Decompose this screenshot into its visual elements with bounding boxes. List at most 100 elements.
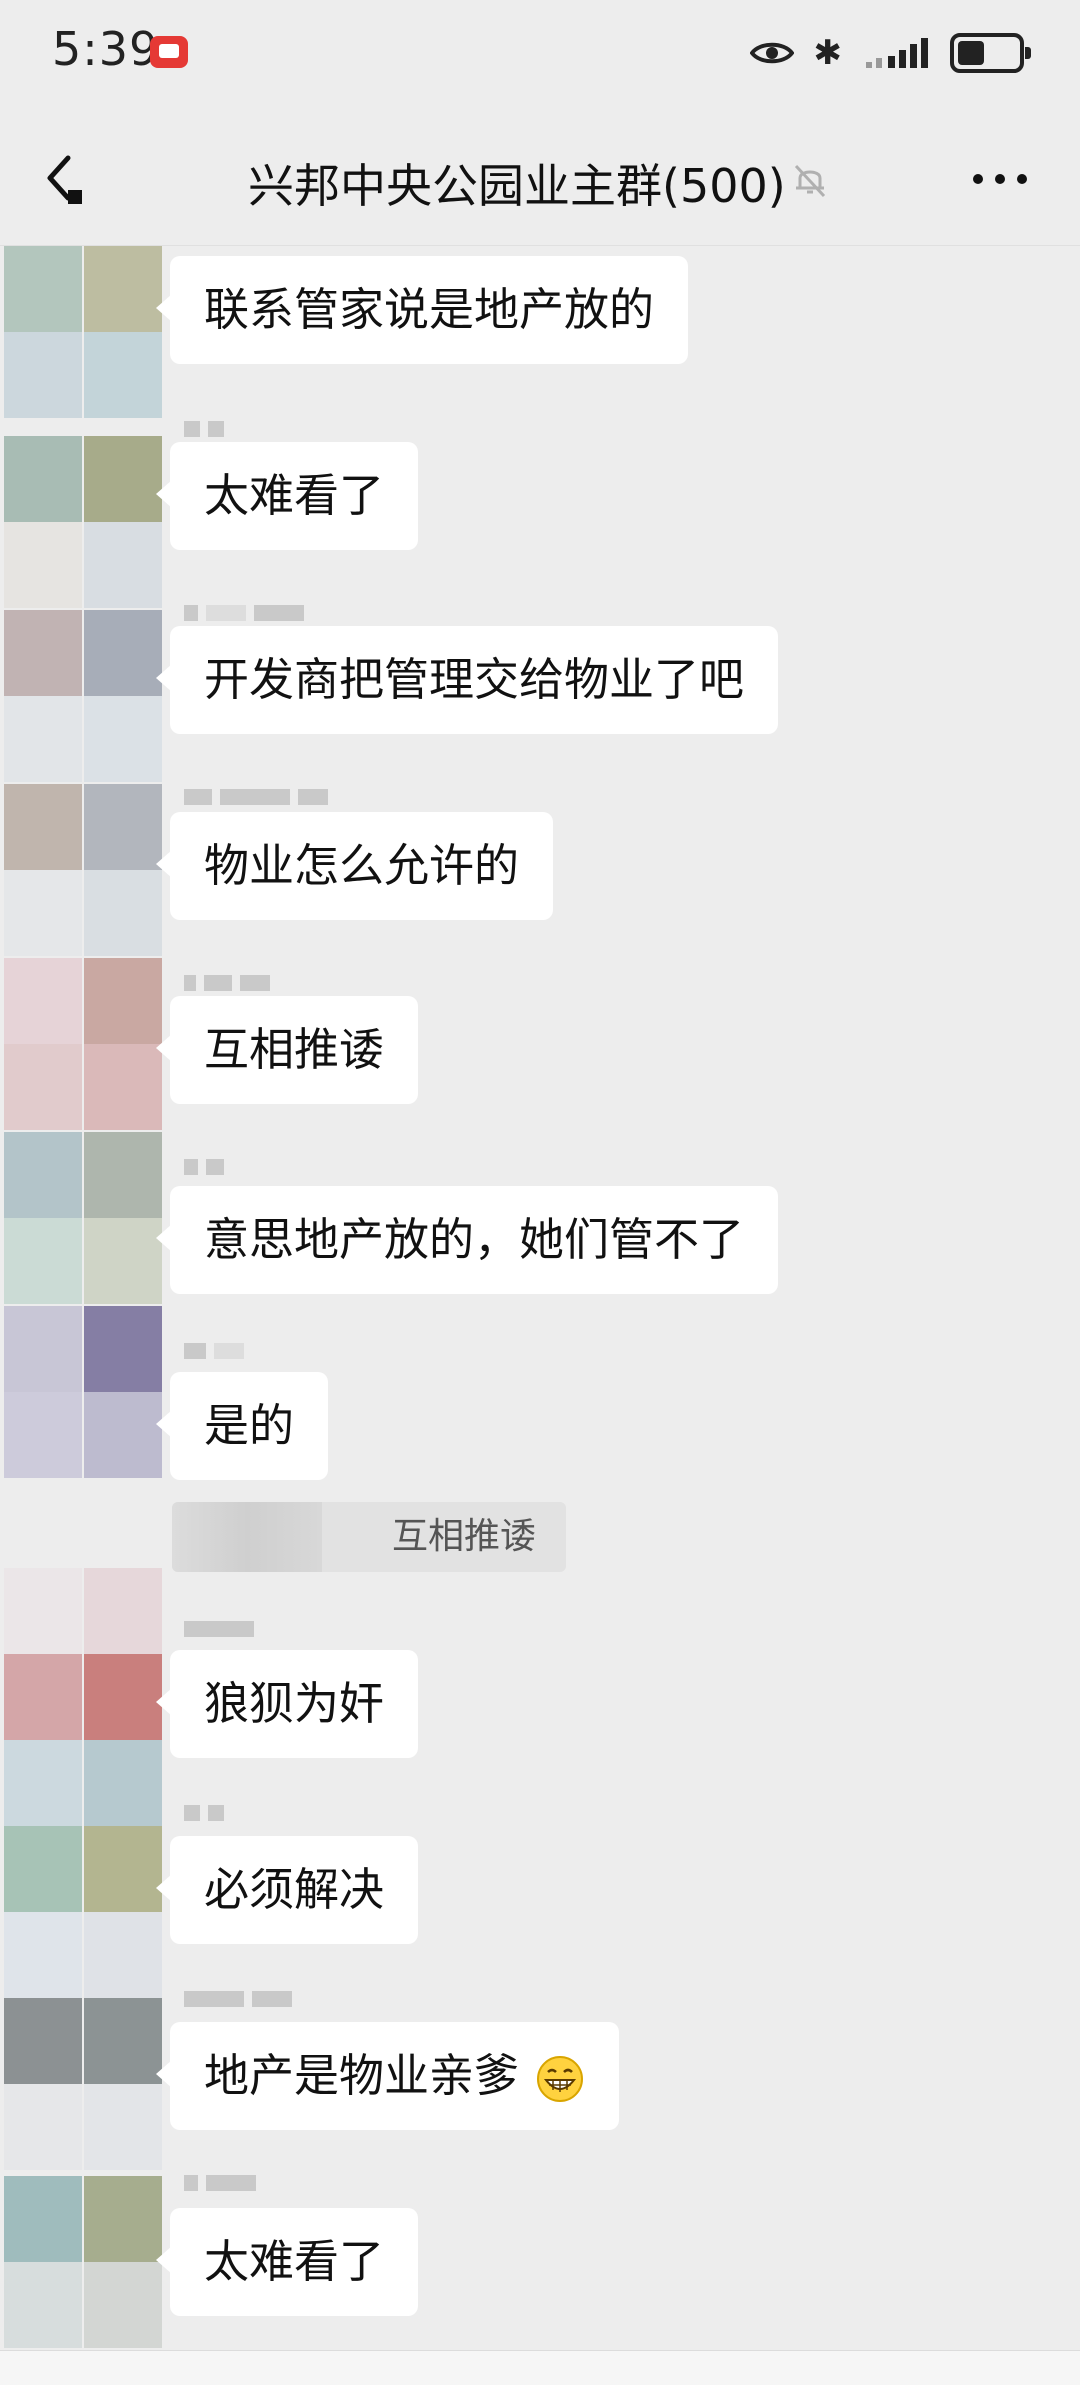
notification-icon (150, 36, 188, 68)
avatar (84, 332, 162, 418)
message-bubble[interactable]: 太难看了 (155, 442, 419, 550)
avatar (84, 784, 162, 870)
message-text: 狼狈为奸 (204, 1677, 385, 1730)
avatar (84, 1218, 162, 1304)
quoted-sender-blurred (172, 1502, 322, 1572)
eye-icon (749, 42, 794, 64)
avatar (84, 2084, 162, 2170)
avatar (4, 696, 82, 782)
message-bubble[interactable]: 太难看了 (155, 2208, 419, 2316)
avatar (84, 1044, 162, 1130)
status-time: 5:39 (52, 22, 160, 76)
avatar (4, 1044, 82, 1130)
chat-screen: 5:39 ✱ 兴邦中央公园业主群(500) 联系管家说是地产放的 太难看了 开发… (0, 0, 1080, 2385)
input-bar-edge (0, 2350, 1080, 2385)
message-bubble[interactable]: 必须解决 (155, 1836, 419, 1944)
avatar-strip (4, 246, 162, 2348)
sender-name-blurred (184, 1988, 300, 2010)
avatar[interactable] (4, 1132, 82, 1218)
status-bar: 5:39 ✱ (0, 0, 1080, 110)
avatar (84, 1132, 162, 1218)
message-text: 必须解决 (204, 1863, 385, 1916)
avatar (84, 2176, 162, 2262)
sender-name-blurred (184, 1156, 232, 1178)
avatar (84, 522, 162, 608)
avatar[interactable] (4, 436, 82, 522)
sender-name-blurred (184, 418, 232, 440)
avatar (84, 2262, 162, 2348)
avatar[interactable] (4, 610, 82, 696)
avatar (84, 1740, 162, 1826)
message-bubble[interactable]: 意思地产放的，她们管不了 (155, 1186, 779, 1294)
message-text: 物业怎么允许的 (204, 839, 520, 892)
sender-name-blurred (184, 786, 336, 808)
signal-icon (866, 38, 928, 68)
sender-name-blurred (184, 602, 312, 624)
message-text: 互相推诿 (204, 1023, 385, 1076)
avatar (84, 436, 162, 522)
avatar (84, 1654, 162, 1740)
avatar[interactable] (4, 958, 82, 1044)
bluetooth-icon: ✱ (813, 33, 843, 73)
status-icons: ✱ (749, 28, 1031, 78)
message-list[interactable]: 联系管家说是地产放的 太难看了 开发商把管理交给物业了吧 物业怎么允许的 互相推… (0, 246, 1080, 2371)
message-bubble[interactable]: 联系管家说是地产放的 (155, 256, 689, 364)
message-text: 地产是物业亲爹 (204, 2049, 520, 2102)
sender-name-blurred (184, 1802, 232, 1824)
sender-name-blurred (184, 2172, 264, 2194)
message-bubble[interactable]: 地产是物业亲爹 (155, 2022, 620, 2130)
back-icon[interactable] (40, 150, 100, 210)
message-bubble[interactable]: 是的 (155, 1372, 329, 1480)
message-bubble[interactable]: 开发商把管理交给物业了吧 (155, 626, 779, 734)
avatar (4, 1392, 82, 1478)
avatar (84, 958, 162, 1044)
quoted-text: 互相推诿 (392, 1516, 537, 1557)
avatar (4, 2084, 82, 2170)
avatar[interactable] (4, 1998, 82, 2084)
message-text: 开发商把管理交给物业了吧 (204, 653, 745, 706)
avatar[interactable] (4, 2176, 82, 2262)
avatar (84, 870, 162, 956)
avatar (84, 610, 162, 696)
message-bubble[interactable]: 狼狈为奸 (155, 1650, 419, 1758)
quoted-message[interactable]: 互相推诿 (172, 1502, 566, 1572)
message-text: 太难看了 (204, 2235, 385, 2288)
message-text: 太难看了 (204, 469, 385, 522)
message-text: 是的 (204, 1399, 295, 1452)
avatar (4, 1740, 82, 1826)
avatar (4, 1218, 82, 1304)
message-text: 联系管家说是地产放的 (204, 283, 655, 336)
avatar (4, 1568, 82, 1654)
grin-icon (537, 2056, 584, 2102)
battery-icon (950, 33, 1031, 73)
avatar (84, 1912, 162, 1998)
avatar (84, 696, 162, 782)
avatar[interactable] (4, 1654, 82, 1740)
message-bubble[interactable]: 互相推诿 (155, 996, 419, 1104)
chat-title: 兴邦中央公园业主群(500) (248, 159, 786, 213)
sender-name-blurred (184, 972, 278, 994)
chat-header: 兴邦中央公园业主群(500) (0, 110, 1080, 246)
avatar (4, 332, 82, 418)
sender-name-blurred (184, 1340, 252, 1362)
avatar[interactable] (4, 1306, 82, 1392)
avatar (84, 1998, 162, 2084)
avatar (4, 522, 82, 608)
avatar (84, 1392, 162, 1478)
avatar[interactable] (4, 1826, 82, 1912)
avatar (84, 1568, 162, 1654)
avatar (4, 1912, 82, 1998)
mute-icon (794, 164, 826, 198)
avatar (4, 2262, 82, 2348)
avatar (84, 1826, 162, 1912)
avatar (84, 1306, 162, 1392)
message-bubble[interactable]: 物业怎么允许的 (155, 812, 554, 920)
avatar (4, 870, 82, 956)
battery-level (958, 41, 984, 65)
sender-name-blurred (184, 1618, 262, 1640)
avatar[interactable] (4, 784, 82, 870)
avatar[interactable] (4, 246, 82, 332)
avatar (84, 246, 162, 332)
more-options-icon[interactable] (972, 166, 1028, 192)
message-text: 意思地产放的，她们管不了 (204, 1213, 745, 1266)
